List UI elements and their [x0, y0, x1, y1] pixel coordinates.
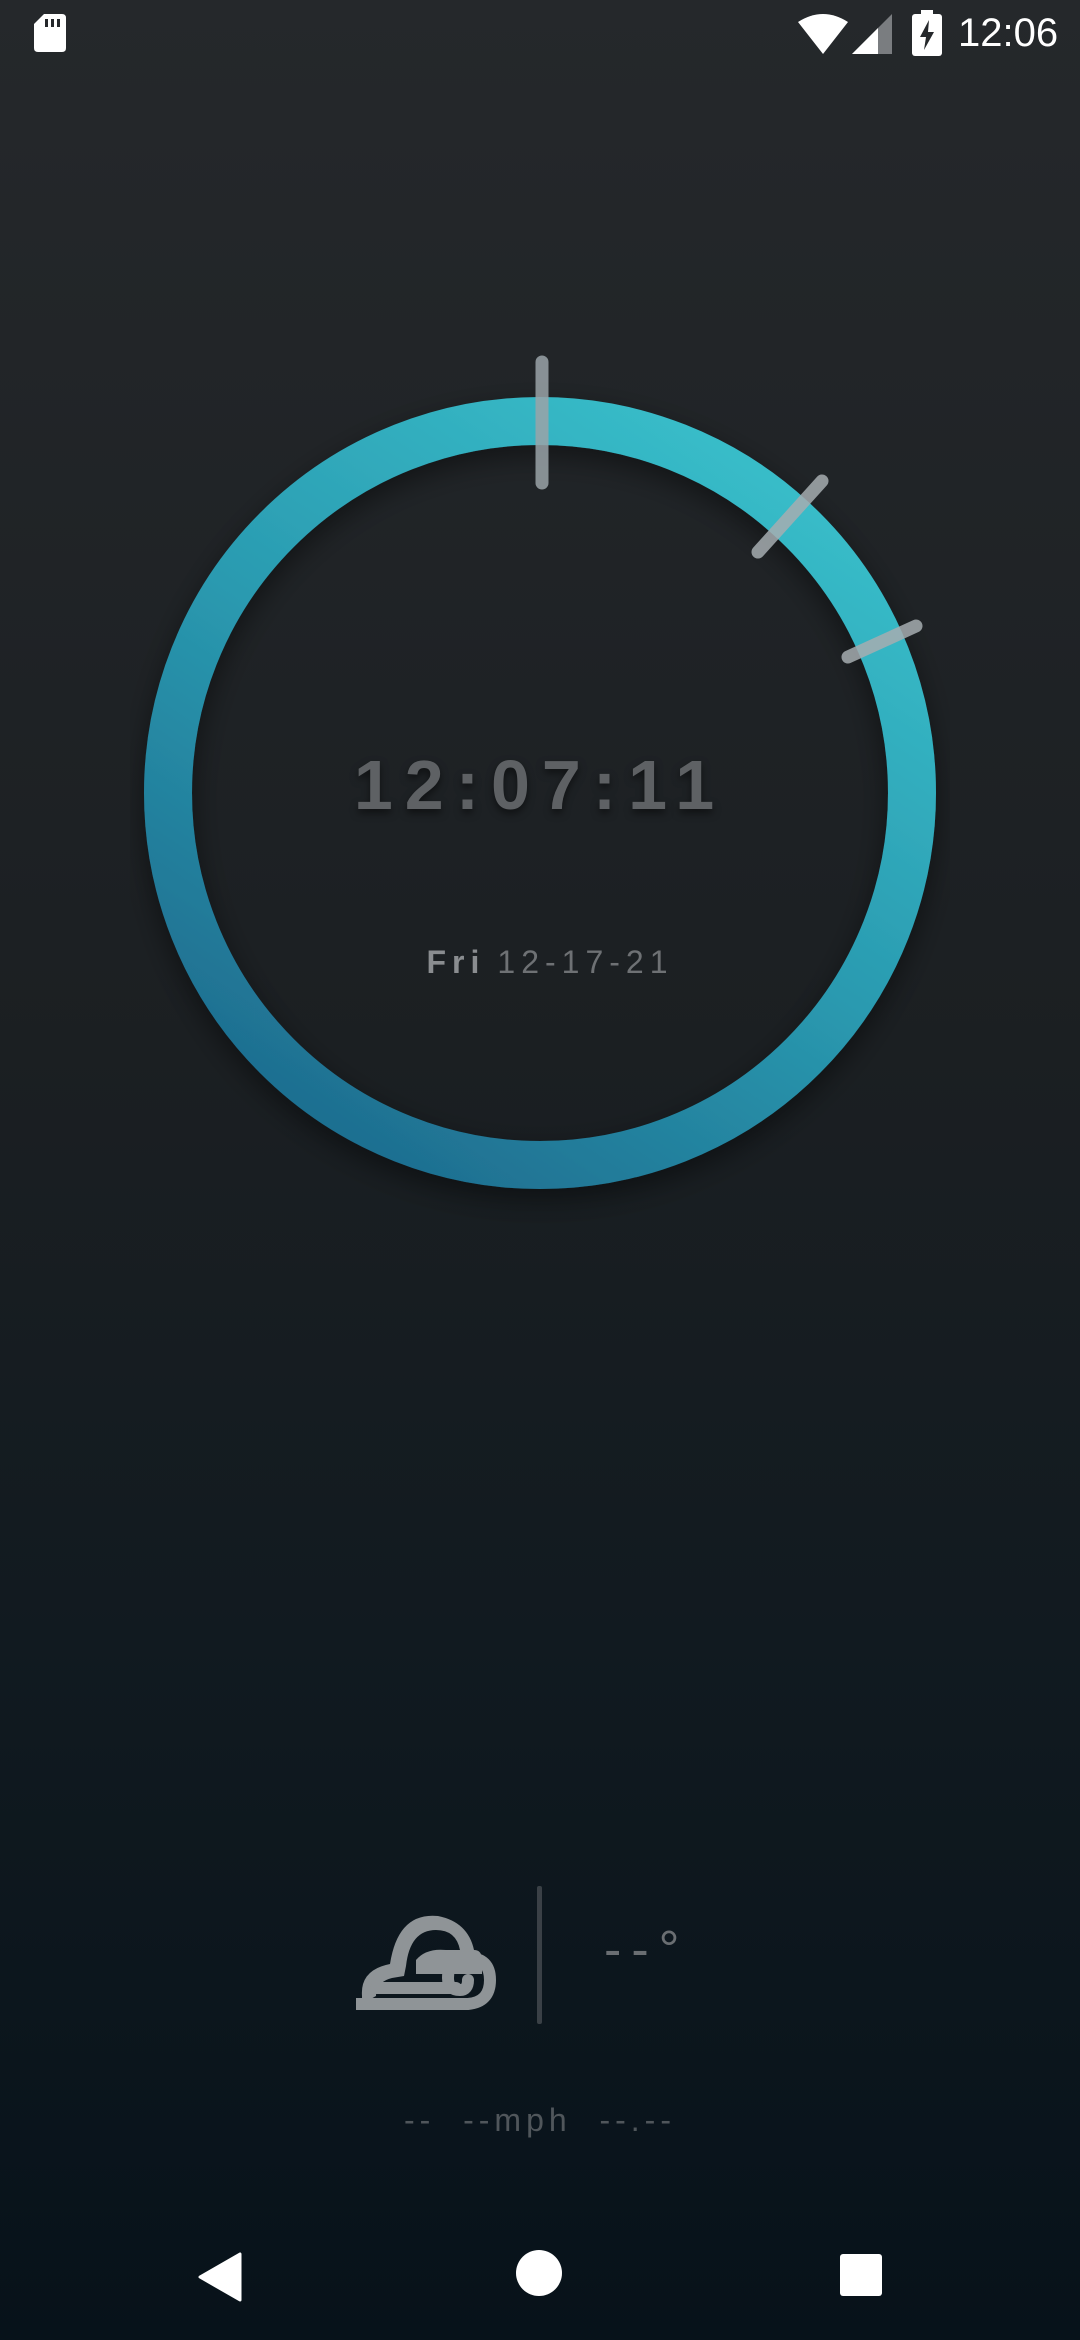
wifi-icon — [798, 14, 848, 54]
weather-divider — [537, 1886, 542, 2024]
clock-date: Fri 12-17-21 — [240, 940, 860, 984]
clock-time: 12:07:11 — [353, 746, 727, 824]
weather-temperature[interactable]: --° — [604, 1920, 689, 1980]
status-time: 12:06 — [958, 11, 1059, 55]
clock-date-value: 12-17-21 — [497, 944, 674, 980]
home-icon[interactable] — [516, 2250, 562, 2296]
recents-icon[interactable] — [840, 2254, 882, 2296]
back-icon[interactable] — [198, 2252, 242, 2302]
cell-signal-icon — [852, 14, 892, 54]
clock-day: Fri — [426, 944, 486, 980]
weather-details: -- --mph --.-- — [404, 2102, 676, 2138]
status-bar: 12:06 — [0, 0, 1080, 66]
sd-card-icon — [34, 14, 66, 52]
battery-charging-icon — [912, 10, 942, 56]
cloud-wind-icon[interactable] — [356, 1900, 498, 2010]
